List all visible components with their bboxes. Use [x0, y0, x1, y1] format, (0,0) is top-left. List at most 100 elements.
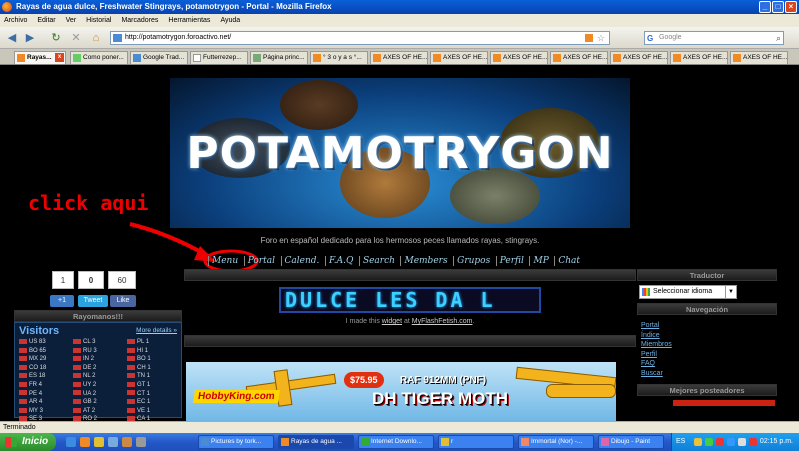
reload-icon[interactable]: ↻ [48, 31, 64, 45]
tab-google-trad[interactable]: Google Trad... [130, 51, 188, 64]
ie-icon[interactable] [66, 437, 76, 447]
tray-icon[interactable] [749, 438, 757, 446]
tray-icon[interactable] [727, 438, 735, 446]
nav-search[interactable]: Search [358, 255, 395, 266]
tray-icon[interactable] [694, 438, 702, 446]
forward-arrow-icon[interactable]: ▶ [22, 31, 38, 45]
nav-menu[interactable]: Menu [208, 255, 238, 266]
nav-mp[interactable]: MP [529, 255, 549, 266]
gplus-button[interactable]: +1 [50, 295, 74, 307]
tab-close-icon[interactable]: x [55, 53, 64, 62]
tab-axes-7[interactable]: AXES OF HE... [730, 51, 788, 64]
menu-ver[interactable]: Ver [66, 14, 77, 27]
site-banner[interactable]: POTAMOTRYGON [170, 78, 630, 228]
tab-como-poner[interactable]: Como poner... [70, 51, 128, 64]
tray-icon[interactable] [705, 438, 713, 446]
tab-3oyas[interactable]: ° 3 o y a s °... [310, 51, 368, 64]
nav-link-perfil[interactable]: Perfil [641, 350, 773, 360]
url-bar[interactable]: http://potamotrygon.foroactivo.net/ ☆ [110, 31, 610, 45]
nav-profile[interactable]: Perfil [495, 255, 524, 266]
nav-link-buscar[interactable]: Buscar [641, 369, 773, 379]
folder-icon[interactable] [94, 437, 104, 447]
close-window-button[interactable]: × [785, 1, 797, 13]
tab-futterrezep[interactable]: Futterrezep... [190, 51, 248, 64]
country-flag-icon [73, 407, 81, 413]
nav-link-indice[interactable]: Índice [641, 331, 773, 341]
nav-faq[interactable]: F.A.Q [324, 255, 353, 266]
menu-ayuda[interactable]: Ayuda [220, 14, 240, 27]
visitor-country: CT 1 [127, 390, 177, 399]
volume-icon[interactable] [738, 438, 746, 446]
media-icon[interactable] [122, 437, 132, 447]
nav-chat[interactable]: Chat [554, 255, 580, 266]
messenger-icon[interactable] [108, 437, 118, 447]
tab-label: Rayas... [27, 54, 52, 61]
language-select[interactable]: Seleccionar idioma ▼ [639, 285, 737, 299]
menu-herramientas[interactable]: Herramientas [168, 14, 210, 27]
nav-link-miembros[interactable]: Miembros [641, 340, 773, 350]
visitor-count: 2 [90, 356, 95, 363]
status-bar: Terminado [0, 421, 799, 433]
more-details-link[interactable]: More details » [136, 327, 177, 334]
menu-historial[interactable]: Historial [86, 14, 111, 27]
taskbar-paint[interactable]: Dibujo - Paint [598, 435, 664, 449]
visitor-count: 3 [39, 407, 43, 414]
menu-marcadores[interactable]: Marcadores [121, 14, 158, 27]
tab-axes-1[interactable]: AXES OF HE... [370, 51, 428, 64]
taskbar-rayas[interactable]: Rayas de agua ... [278, 435, 354, 449]
ad-brand: HobbyKing.com [193, 390, 280, 403]
like-button[interactable]: Like [110, 295, 136, 307]
tab-axes-2[interactable]: AXES OF HE... [430, 51, 488, 64]
nav-groups[interactable]: Grupos [453, 255, 490, 266]
bookmark-star-icon[interactable]: ☆ [597, 32, 605, 44]
tab-rayas[interactable]: Rayas... x [14, 51, 66, 64]
page-content: POTAMOTRYGON Foro en español dedicado pa… [0, 66, 799, 421]
scrolling-ticker-widget[interactable]: DULCE LES DA L [279, 287, 541, 313]
center-header-bar [184, 269, 636, 281]
taskbar-pictures[interactable]: Pictures by tork... [198, 435, 274, 449]
country-flag-icon [19, 338, 27, 344]
back-arrow-icon[interactable]: ◀ [4, 31, 20, 45]
menu-archivo[interactable]: Archivo [4, 14, 27, 27]
nav-members[interactable]: Members [400, 255, 448, 266]
nav-portal[interactable]: Portal [243, 255, 275, 266]
taskbar-folder[interactable]: r [438, 435, 514, 449]
tab-favicon-icon [73, 54, 81, 62]
nav-link-faq[interactable]: FAQ [641, 359, 773, 369]
tab-label: AXES OF HE... [743, 54, 788, 61]
home-icon[interactable]: ⌂ [88, 31, 104, 45]
country-code: ES [29, 373, 38, 380]
navigation-toolbar: ◀ ▶ ↻ ✕ ⌂ http://potamotrygon.foroactivo… [0, 27, 799, 49]
tweet-button[interactable]: Tweet [78, 295, 108, 307]
menu-editar[interactable]: Editar [37, 14, 55, 27]
visitor-country: DE 2 [73, 364, 123, 373]
visitor-count: 1 [146, 407, 151, 414]
rss-feed-icon[interactable] [585, 34, 593, 42]
widget-caption-text: at [402, 318, 412, 325]
minimize-button[interactable]: _ [759, 1, 771, 13]
visitor-country: UA 2 [73, 390, 123, 399]
search-input[interactable]: G Google ⌕ [644, 31, 784, 45]
country-code: BO [137, 356, 146, 363]
desktop-icon[interactable] [136, 437, 146, 447]
hobbyking-ad-banner[interactable]: HobbyKing.com $75.95 RAF 912MM (PNF) DH … [186, 362, 616, 421]
nav-calendar[interactable]: Calend. [280, 255, 319, 266]
tab-axes-4[interactable]: AXES OF HE... [550, 51, 608, 64]
magnifier-icon[interactable]: ⌕ [776, 32, 781, 44]
firefox-quicklaunch-icon[interactable] [80, 437, 90, 447]
tab-axes-3[interactable]: AXES OF HE... [490, 51, 548, 64]
start-button[interactable]: Inicio [0, 433, 56, 451]
maximize-button[interactable]: □ [772, 1, 784, 13]
language-indicator[interactable]: ES [676, 433, 685, 451]
tab-pagina-princ[interactable]: Página princ... [250, 51, 308, 64]
taskbar-immortal[interactable]: Immortal (Nor) -... [518, 435, 594, 449]
taskbar-internet-download[interactable]: Internet Downlo... [358, 435, 434, 449]
tab-axes-6[interactable]: AXES OF HE... [670, 51, 728, 64]
stop-icon[interactable]: ✕ [68, 31, 84, 45]
visitor-country: ES 18 [19, 372, 69, 381]
myflashfetish-link[interactable]: MyFlashFetish.com [412, 318, 473, 325]
widget-link[interactable]: widget [382, 318, 402, 325]
tray-icon[interactable] [716, 438, 724, 446]
tab-axes-5[interactable]: AXES OF HE... [610, 51, 668, 64]
nav-link-portal[interactable]: Portal [641, 321, 773, 331]
